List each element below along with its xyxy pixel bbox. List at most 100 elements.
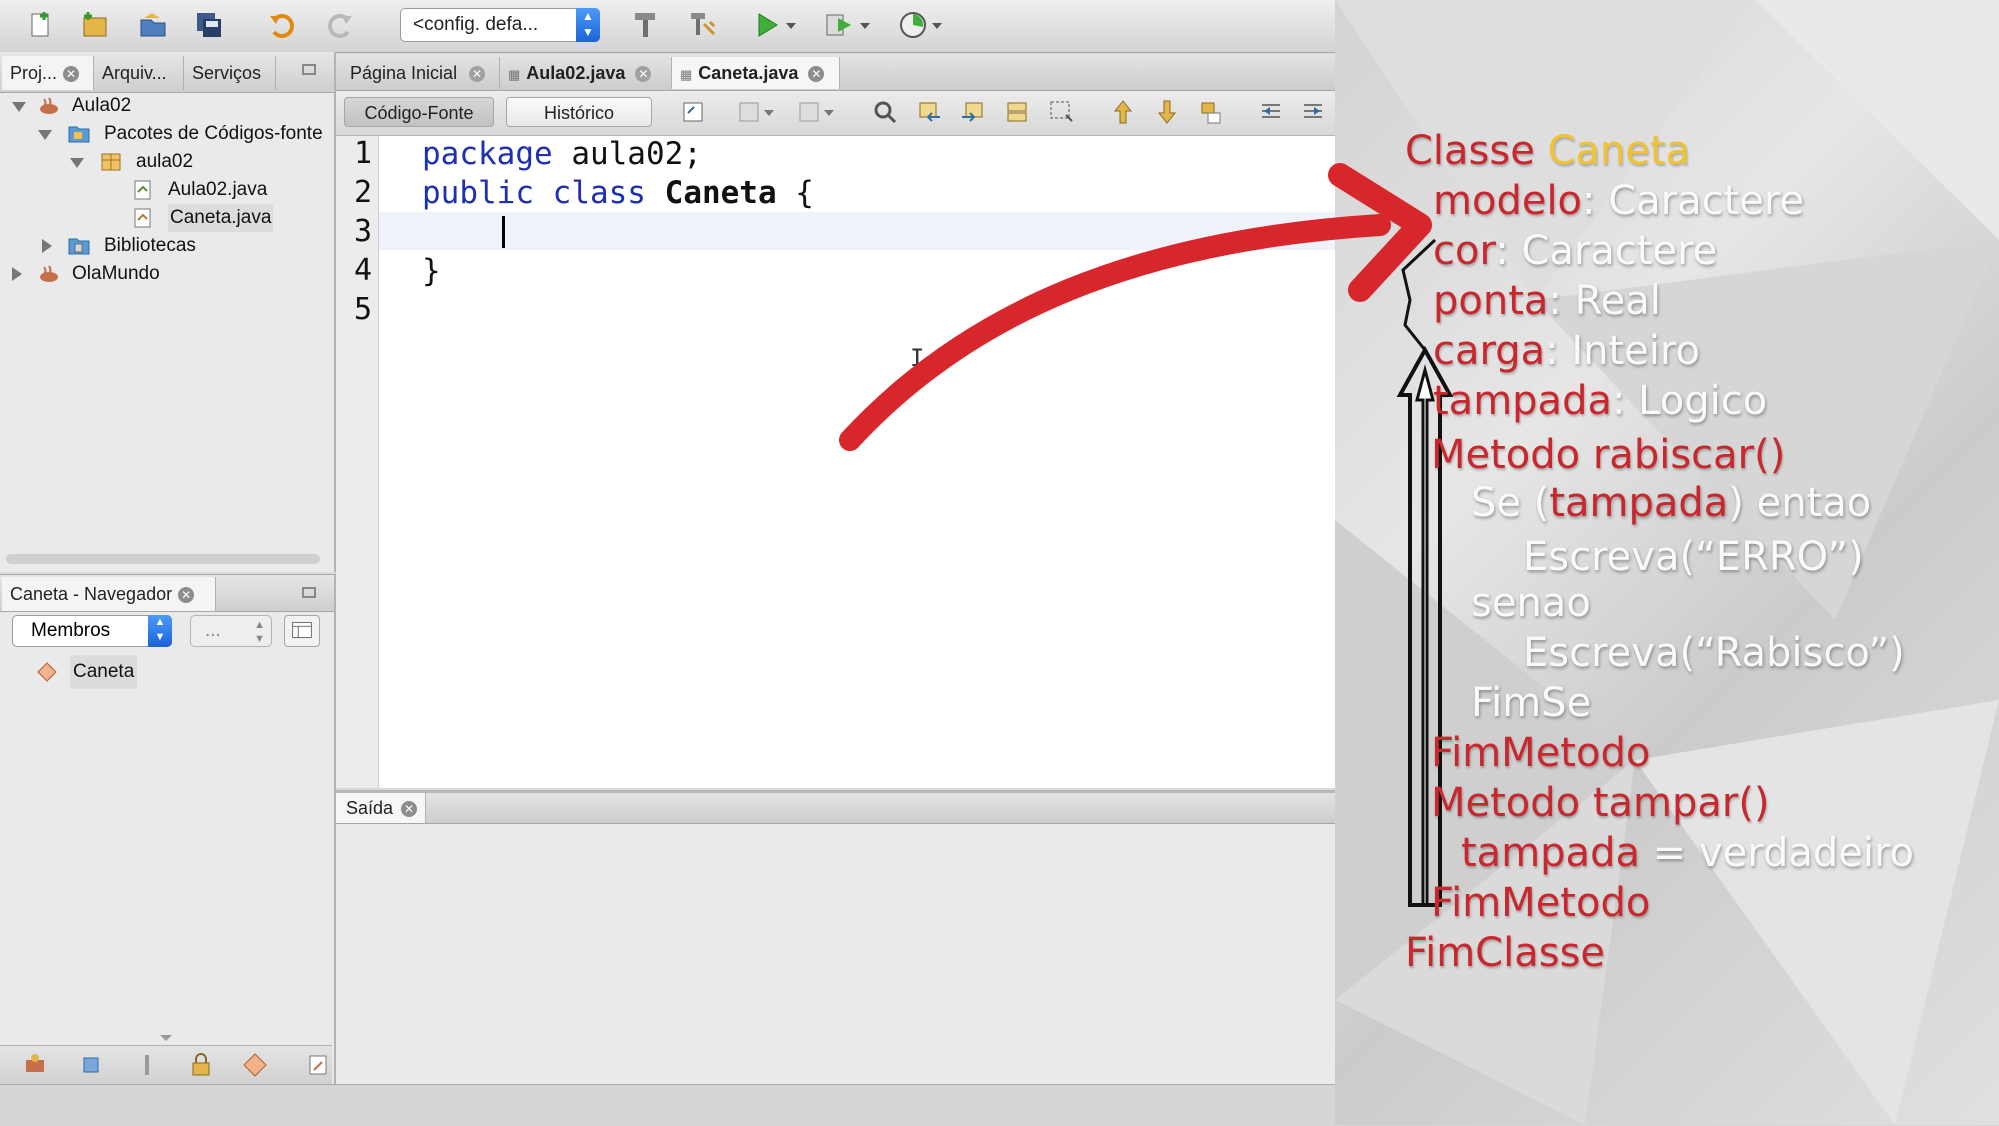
undo-icon[interactable] [266,8,300,42]
history-button[interactable]: Histórico [506,97,652,127]
horizontal-scrollbar[interactable] [6,554,320,564]
last-edit-icon[interactable] [678,97,708,127]
debug-dropdown-icon[interactable] [858,8,872,42]
editor-subtoolbar: Código-Fonte Histórico [336,91,1335,136]
keyword: package [422,136,553,172]
red-arrow-icon [839,163,1432,451]
find-next-icon[interactable] [958,97,988,127]
code-line-1[interactable]: package aula02; [422,136,702,172]
tree-item-libraries[interactable]: Bibliotecas [0,232,330,260]
static-filter-icon[interactable] [132,1050,162,1080]
open-project-icon[interactable] [136,8,170,42]
find-previous-icon[interactable] [914,97,944,127]
code-text: { [776,175,814,211]
forward-dropdown-icon[interactable] [822,97,836,127]
back-dropdown-icon[interactable] [762,97,776,127]
new-file-icon[interactable] [24,8,58,42]
config-select[interactable]: <config. defa... ▲ ▼ [400,8,600,42]
end-method-line: FimMetodo [1431,880,1651,926]
java-project-icon [40,97,58,114]
navigator-item-caneta[interactable]: Caneta [0,655,330,689]
output-panel: Saída ✕ [336,790,1335,1087]
code-line-2[interactable]: public class Caneta { [422,175,814,211]
tab-start-page[interactable]: Página Inicial ✕ [338,57,500,89]
back-icon[interactable] [734,97,764,127]
tab-files[interactable]: Arquiv... [94,56,184,90]
write-line: Escreva(“Rabisco”) [1523,630,1905,676]
source-folder-icon [68,126,90,143]
if-then: ) entao [1728,480,1872,526]
profile-icon[interactable] [896,8,930,42]
tab-aula02-java[interactable]: ▦ Aula02.java ✕ [500,57,672,89]
source-button[interactable]: Código-Fonte [344,97,494,127]
members-select[interactable]: Membros ▲ ▼ [12,615,172,647]
next-bookmark-icon[interactable] [1152,97,1182,127]
close-icon[interactable]: ✕ [469,66,486,83]
tree-item-package[interactable]: aula02 [0,148,330,176]
libraries-label: Bibliotecas [104,235,196,256]
projects-panel: Proj... ✕ Arquiv... Serviços Aula02 Pacot… [0,52,336,572]
tree-item-aula02-project[interactable]: Aula02 [0,92,330,120]
endif-line: FimSe [1471,680,1592,726]
fields-filter-icon[interactable] [76,1050,106,1080]
build-icon[interactable] [628,8,662,42]
run-dropdown-icon[interactable] [784,8,798,42]
attr-name: ponta [1433,278,1549,324]
debug-icon[interactable] [822,8,856,42]
expanded-arrow-icon[interactable] [12,102,26,112]
run-icon[interactable] [750,8,784,42]
source-button-label: Código-Fonte [364,103,474,123]
lock-icon[interactable] [186,1050,216,1080]
tab-projects[interactable]: Proj... ✕ [2,56,94,90]
java-file-icon [134,208,151,228]
code-line-4[interactable]: } [422,253,441,289]
projects-tabs: Proj... ✕ Arquiv... Serviços [0,52,334,93]
file-label: Aula02.java [168,179,268,200]
sort-icon[interactable] [306,1050,332,1080]
minimize-panel-icon[interactable] [302,587,316,598]
minimize-panel-icon[interactable] [302,64,316,75]
secondary-select[interactable]: ... ▲ ▼ [190,615,272,647]
close-icon[interactable]: ✕ [401,801,418,818]
forward-icon[interactable] [794,97,824,127]
previous-bookmark-icon[interactable] [1108,97,1138,127]
select-arrows-icon: ▲ ▼ [576,8,600,42]
scroll-down-icon[interactable] [160,1035,172,1041]
toggle-bookmark-icon[interactable] [1196,97,1226,127]
tab-output[interactable]: Saída ✕ [336,793,426,823]
attr-name: modelo [1433,178,1583,224]
profile-dropdown-icon[interactable] [930,8,944,42]
new-project-icon[interactable] [78,8,112,42]
tab-services[interactable]: Serviços [184,56,276,90]
tree-item-aula02-java[interactable]: Aula02.java [0,176,330,204]
tree-item-caneta-java[interactable]: Caneta.java [0,204,330,232]
inherited-members-icon[interactable] [20,1050,50,1080]
rectangular-selection-icon[interactable] [1046,97,1076,127]
tree-item-olamundo-project[interactable]: OlaMundo [0,260,330,288]
close-icon[interactable]: ✕ [808,66,825,83]
collapsed-arrow-icon[interactable] [42,239,52,253]
class-filter-icon[interactable] [240,1050,270,1080]
expanded-arrow-icon[interactable] [38,130,52,140]
close-icon[interactable]: ✕ [178,587,195,604]
close-icon[interactable]: ✕ [635,66,652,83]
tab-caneta-java[interactable]: ▦ Caneta.java ✕ [672,57,840,89]
navigator-options-button[interactable] [284,615,320,647]
attribute-line: ponta: Real [1433,278,1661,324]
shift-right-icon[interactable] [1298,97,1328,127]
tab-navigator[interactable]: Caneta - Navegador ✕ [2,577,216,611]
tree-item-source-packages[interactable]: Pacotes de Códigos-fonte [0,120,330,148]
java-file-icon: ▦ [680,67,693,82]
attr-name: carga [1433,328,1546,374]
collapsed-arrow-icon[interactable] [12,267,22,281]
clean-build-icon[interactable] [684,8,718,42]
members-select-value: Membros [31,620,111,641]
method-header: Metodo tampar() [1431,780,1770,826]
redo-icon[interactable] [322,8,356,42]
find-icon[interactable] [870,97,900,127]
shift-left-icon[interactable] [1256,97,1286,127]
expanded-arrow-icon[interactable] [70,158,84,168]
close-icon[interactable]: ✕ [63,66,80,83]
toggle-highlight-icon[interactable] [1002,97,1032,127]
save-all-icon[interactable] [192,8,226,42]
